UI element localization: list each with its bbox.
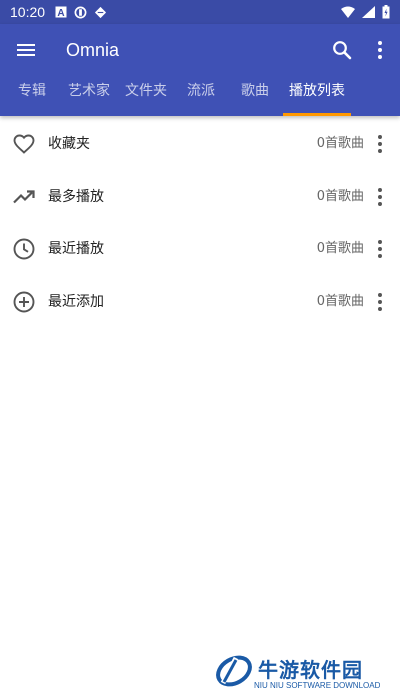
- list-item-count: 0首歌曲: [316, 241, 364, 256]
- list-item-recently-added[interactable]: 最近添加 0首歌曲: [0, 276, 400, 329]
- tab-folders[interactable]: 文件夹: [118, 76, 174, 116]
- watermark-subtitle: NIU NIU SOFTWARE DOWNLOAD: [254, 681, 381, 690]
- tab-genres[interactable]: 流派: [176, 76, 226, 116]
- signal-icon: [362, 6, 375, 18]
- tab-playlists[interactable]: 播放列表: [282, 76, 352, 116]
- clock-icon: [13, 238, 35, 260]
- playlist-list: 收藏夹 0首歌曲 最多播放 0首歌曲 最近播放 0首歌曲 最近添加 0首歌曲: [0, 118, 400, 328]
- status-bar: 10:20 A: [0, 0, 400, 24]
- watermark-title: 牛游软件园: [258, 658, 363, 682]
- status-time: 10:20: [10, 4, 46, 20]
- more-vert-icon[interactable]: [370, 186, 390, 208]
- wifi-icon: [341, 6, 355, 18]
- tab-albums[interactable]: 专辑: [6, 76, 58, 116]
- sync-icon: [74, 6, 87, 18]
- more-vert-icon[interactable]: [368, 38, 392, 62]
- more-vert-icon[interactable]: [370, 238, 390, 260]
- more-vert-icon[interactable]: [370, 291, 390, 313]
- watermark-logo-icon: [216, 655, 252, 687]
- more-vert-icon[interactable]: [370, 133, 390, 155]
- svg-text:A: A: [57, 8, 64, 18]
- toolbar: Omnia: [0, 24, 400, 76]
- app-title: Omnia: [66, 40, 120, 60]
- battery-icon: [382, 5, 390, 19]
- list-item-most-played[interactable]: 最多播放 0首歌曲: [0, 171, 400, 224]
- add-circle-icon: [13, 291, 35, 312]
- list-item-label: 收藏夹: [48, 136, 90, 152]
- app-bar: Omnia 专辑 艺术家 文件夹 流派 歌曲 播放列表: [0, 24, 400, 116]
- notification-a-icon: A: [55, 6, 67, 18]
- tab-bar: 专辑 艺术家 文件夹 流派 歌曲 播放列表: [0, 76, 400, 116]
- tab-artists[interactable]: 艺术家: [61, 76, 117, 116]
- list-item-count: 0首歌曲: [316, 293, 364, 309]
- trending-up-icon: [13, 189, 35, 203]
- list-item-count: 0首歌曲: [316, 188, 364, 204]
- tab-songs[interactable]: 歌曲: [230, 76, 280, 116]
- list-item-count: 0首歌曲: [316, 136, 364, 151]
- watermark: 牛游软件园 NIU NIU SOFTWARE DOWNLOAD: [214, 650, 394, 694]
- heart-icon: [13, 134, 35, 154]
- search-icon[interactable]: [330, 38, 354, 62]
- tag-icon: [94, 6, 107, 18]
- list-item-favorites[interactable]: 收藏夹 0首歌曲: [0, 118, 400, 171]
- menu-icon[interactable]: [14, 38, 38, 62]
- list-item-label: 最近播放: [48, 241, 104, 257]
- tab-indicator: [283, 113, 351, 116]
- list-item-label: 最多播放: [48, 188, 104, 205]
- list-item-label: 最近添加: [48, 293, 104, 310]
- list-item-recently-played[interactable]: 最近播放 0首歌曲: [0, 223, 400, 276]
